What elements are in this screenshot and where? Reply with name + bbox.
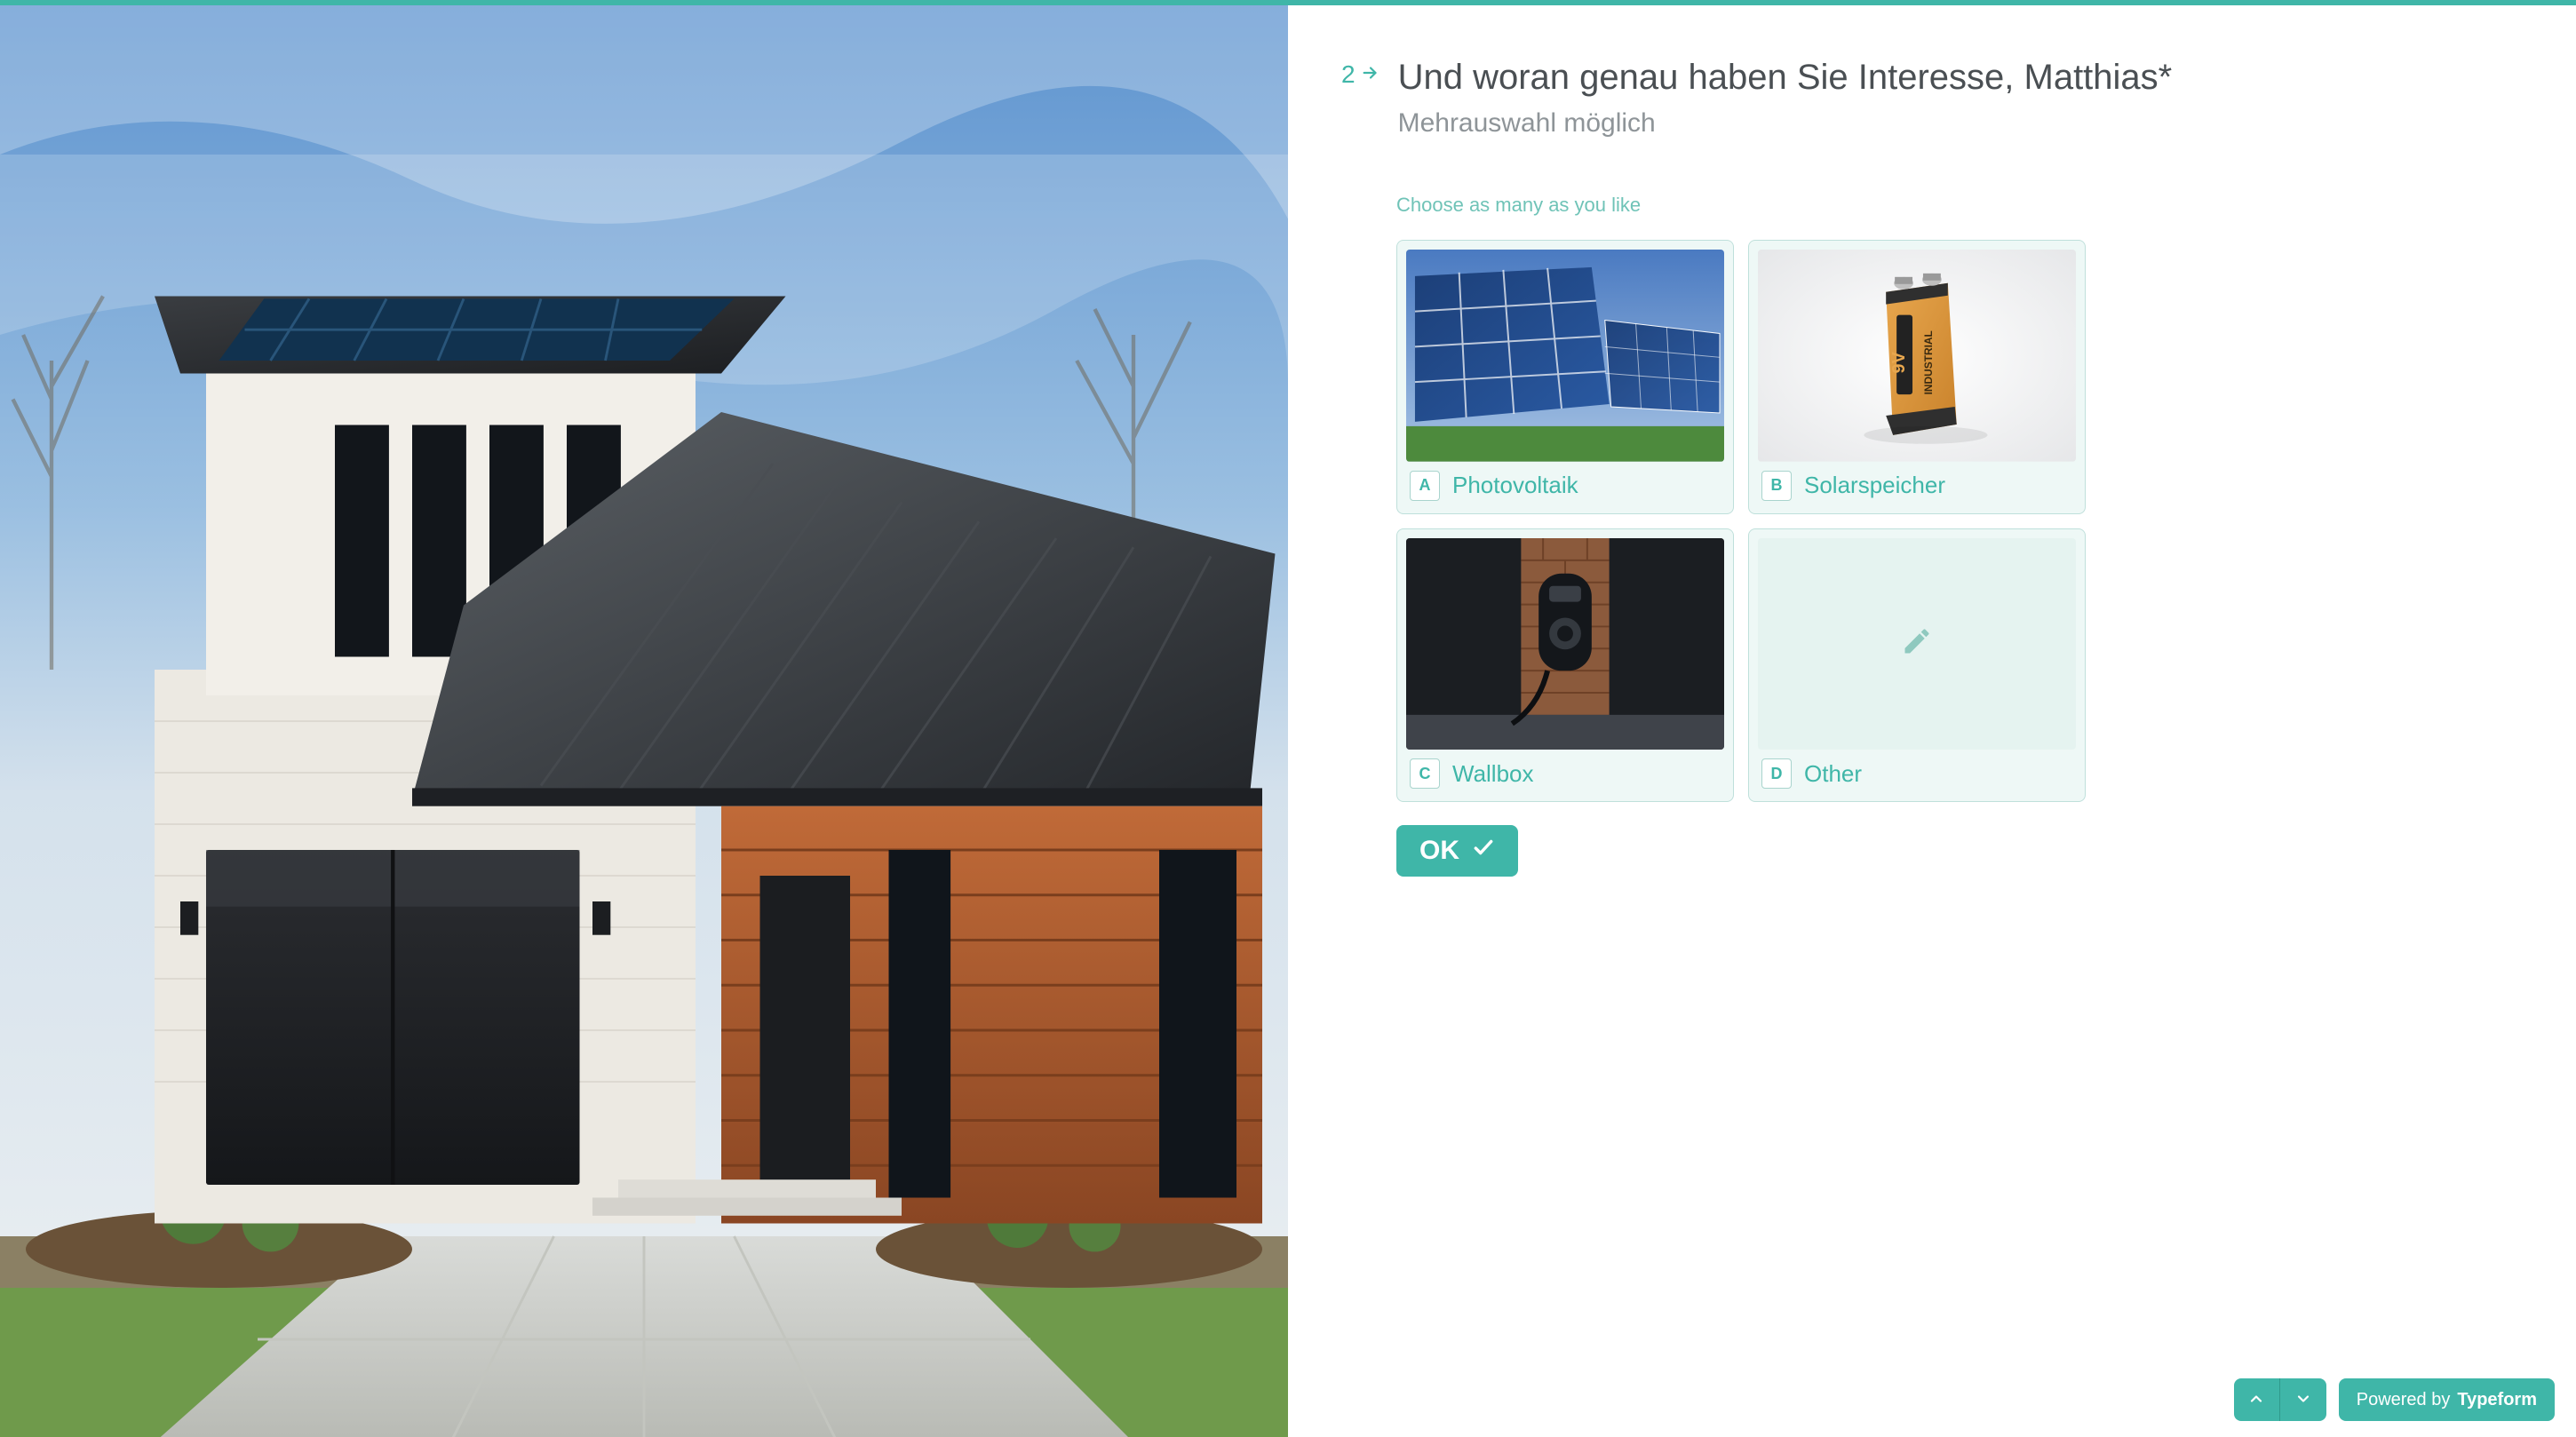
option-key: B	[1761, 471, 1792, 501]
selection-hint: Choose as many as you like	[1396, 194, 2505, 217]
chevron-down-icon	[2294, 1390, 2312, 1410]
option-key: A	[1410, 471, 1440, 501]
arrow-right-icon	[1361, 60, 1380, 89]
pencil-icon	[1901, 625, 1933, 662]
svg-text:INDUSTRIAL: INDUSTRIAL	[1922, 330, 1935, 394]
option-other[interactable]: D Other	[1748, 528, 2086, 803]
option-solarspeicher[interactable]: 9V INDUSTRIAL B Solarspeicher	[1748, 240, 2086, 514]
option-photovoltaik-image	[1406, 250, 1724, 462]
nav-buttons	[2234, 1378, 2326, 1421]
option-key: C	[1410, 758, 1440, 789]
prev-question-button[interactable]	[2234, 1378, 2280, 1421]
powered-by-link[interactable]: Powered by Typeform	[2339, 1378, 2555, 1421]
option-photovoltaik[interactable]: A Photovoltaik	[1396, 240, 1734, 514]
option-label: Wallbox	[1452, 760, 1534, 788]
question-title: Und woran genau haben Sie Interesse, Mat…	[1398, 55, 2173, 99]
ok-button[interactable]: OK	[1396, 825, 1518, 877]
form-pane: 2 Und woran genau haben Sie Interesse, M…	[1288, 5, 2576, 1437]
chevron-up-icon	[2247, 1390, 2265, 1410]
question-number: 2	[1341, 55, 1380, 89]
svg-text:9V: 9V	[1889, 351, 1909, 373]
option-wallbox[interactable]: C Wallbox	[1396, 528, 1734, 803]
question-subtitle: Mehrauswahl möglich	[1398, 108, 2173, 139]
option-solarspeicher-image: 9V INDUSTRIAL	[1758, 250, 2076, 462]
option-label: Solarspeicher	[1804, 472, 1945, 499]
hero-image	[0, 5, 1288, 1437]
option-wallbox-image	[1406, 538, 1724, 750]
next-question-button[interactable]	[2280, 1378, 2326, 1421]
option-label: Photovoltaik	[1452, 472, 1578, 499]
option-label: Other	[1804, 760, 1862, 788]
option-key: D	[1761, 758, 1792, 789]
check-icon	[1472, 836, 1495, 866]
options-grid: A Photovoltaik	[1396, 240, 2505, 802]
option-other-placeholder	[1758, 538, 2076, 750]
